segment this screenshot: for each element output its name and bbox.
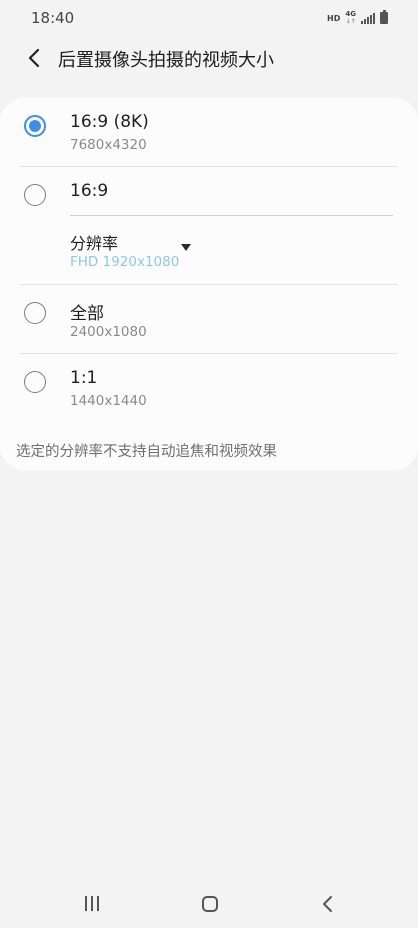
radio-button[interactable] — [24, 302, 46, 324]
resolution-options-card: 16:9 (8K) 7680x4320 16:9 分辨率 FHD 1920x10… — [0, 98, 418, 470]
option-16-9[interactable]: 16:9 分辨率 FHD 1920x1080 — [0, 167, 418, 284]
option-title: 全部 — [70, 304, 104, 324]
option-title: 16:9 (8K) — [70, 112, 149, 132]
option-all[interactable]: 全部 2400x1080 — [0, 285, 418, 353]
status-time: 18:40 — [31, 9, 75, 27]
header: 后置摄像头拍摄的视频大小 — [0, 36, 418, 82]
network-indicator: 4G ↓↑ — [345, 10, 356, 26]
signal-icon — [361, 12, 375, 24]
navigation-bar — [0, 880, 418, 928]
footnote-text: 选定的分辨率不支持自动追焦和视频效果 — [16, 444, 277, 460]
network-type: 4G — [345, 10, 356, 18]
status-bar: 18:40 HD 4G ↓↑ — [0, 0, 418, 36]
radio-button[interactable] — [24, 184, 46, 206]
page-title: 后置摄像头拍摄的视频大小 — [58, 50, 274, 71]
back-icon[interactable] — [318, 894, 338, 914]
resolution-dropdown-value[interactable]: FHD 1920x1080 — [70, 254, 179, 270]
option-16-9-8k[interactable]: 16:9 (8K) 7680x4320 — [0, 98, 418, 166]
option-subtitle: 2400x1080 — [70, 324, 147, 340]
option-title: 16:9 — [70, 181, 109, 201]
dropdown-arrow-icon[interactable] — [181, 244, 191, 251]
inner-divider — [70, 215, 393, 216]
hd-label: HD — [327, 13, 341, 23]
option-subtitle: 1440x1440 — [70, 393, 147, 409]
resolution-dropdown-label[interactable]: 分辨率 — [70, 230, 118, 254]
recents-icon[interactable] — [85, 896, 99, 911]
radio-button[interactable] — [24, 371, 46, 393]
home-icon[interactable] — [202, 896, 218, 912]
option-subtitle: 7680x4320 — [70, 137, 147, 153]
network-arrows: ↓↑ — [345, 18, 356, 25]
option-title: 1:1 — [70, 368, 98, 388]
chevron-left-icon — [28, 48, 40, 68]
option-1-1[interactable]: 1:1 1440x1440 — [0, 354, 418, 422]
status-icons: HD 4G ↓↑ — [327, 10, 388, 26]
radio-button-selected[interactable] — [24, 115, 46, 137]
back-button[interactable] — [20, 44, 48, 72]
screen: 18:40 HD 4G ↓↑ 后置摄像头拍摄的视频大小 16:9 (8K) 76… — [0, 0, 418, 928]
battery-icon — [380, 10, 388, 24]
